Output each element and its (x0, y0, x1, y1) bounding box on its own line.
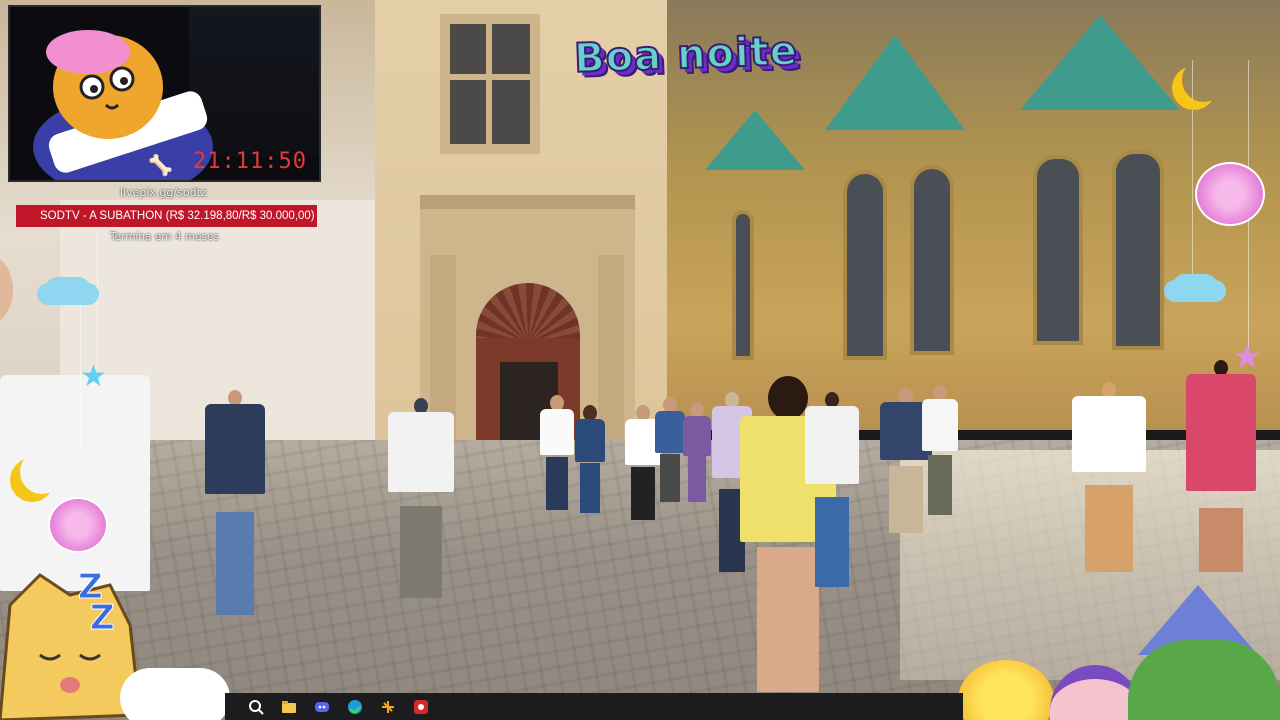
scene-window (440, 14, 540, 154)
scene-roof (1020, 15, 1180, 110)
scene-person (655, 397, 685, 502)
cloud-icon (1172, 274, 1218, 300)
scene-person (922, 385, 958, 515)
scene-person (683, 402, 711, 502)
discord-icon[interactable] (311, 696, 333, 718)
edge-browser-icon[interactable] (344, 696, 366, 718)
subathon-progress-bar: SODTV - A SUBATHON (R$ 32.198,80/R$ 30.0… (16, 205, 317, 227)
scene-person (805, 392, 859, 587)
moon-icon (1182, 58, 1226, 102)
scene-person-foreground (0, 255, 150, 615)
scene-person (205, 390, 265, 615)
subathon-timer: 21:11:50 (193, 149, 307, 174)
scene-person (388, 398, 454, 598)
scene-person (1072, 382, 1146, 572)
frog-mascot-icon (1128, 640, 1280, 720)
scene-roof (825, 35, 965, 130)
donation-link[interactable]: livepix.gg/sodtz (120, 186, 207, 199)
mascot-sleeping-dog-icon: 🦴 (33, 30, 213, 180)
pink-flower-icon (48, 497, 108, 553)
cloud-icon (120, 668, 230, 720)
scene-gothic-window (1033, 155, 1083, 345)
pink-flower-icon (1195, 162, 1265, 226)
zzz-icon: Z Z (78, 567, 115, 638)
webcam-panel: 🦴 21:11:50 (8, 5, 321, 182)
app-icon[interactable] (377, 696, 399, 718)
screen: 🦴 21:11:50 livepix.gg/sodtz SODTV - A SU… (0, 0, 1280, 720)
subathon-ends-text: Termina em 4 meses (110, 231, 219, 243)
file-explorer-icon[interactable] (278, 696, 300, 718)
cloud-icon (45, 277, 91, 303)
scene-gothic-window (732, 210, 754, 360)
scene-roof (705, 110, 805, 170)
search-icon[interactable] (245, 696, 267, 718)
scene-person (1186, 360, 1256, 572)
obs-record-icon[interactable] (410, 696, 432, 718)
svg-text:🦴: 🦴 (148, 153, 173, 177)
taskbar (225, 693, 963, 720)
scene-person (540, 395, 574, 510)
greeting-text: Boa noite (572, 27, 799, 83)
star-icon: ★ (1232, 337, 1263, 377)
star-icon: ★ (80, 359, 107, 394)
moon-icon (20, 450, 64, 494)
scene-person (575, 405, 605, 513)
hanging-string (97, 230, 98, 370)
scene-gothic-window (843, 170, 887, 360)
scene-gothic-window (1112, 150, 1164, 350)
scene-gothic-window (910, 165, 954, 355)
greeting-banner: Boa noite (540, 24, 832, 106)
